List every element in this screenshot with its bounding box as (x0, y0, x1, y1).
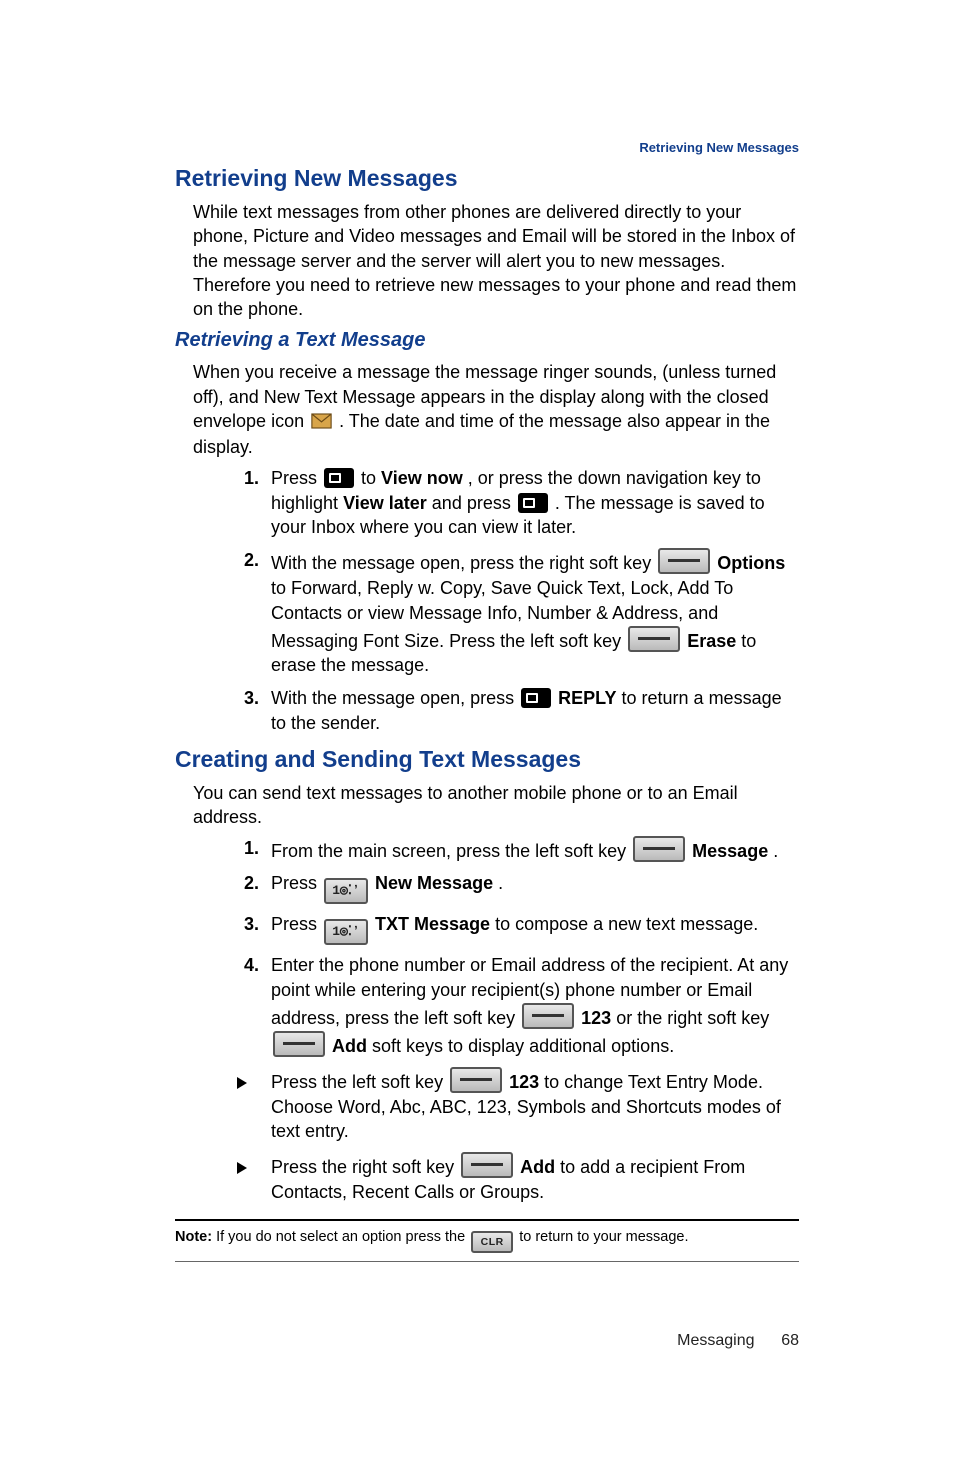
step-number: 1. (237, 836, 259, 861)
text: and press (432, 493, 516, 513)
txt-message-label: TXT Message (375, 914, 490, 934)
view-later-label: View later (343, 493, 427, 513)
text: Press (271, 873, 322, 893)
step-item: 2. Press 1◎⁚ʼ New Message . (237, 871, 799, 904)
soft-key-icon (450, 1067, 502, 1093)
bullet-item: Press the right soft key Add to add a re… (237, 1152, 799, 1205)
reply-label: REPLY (558, 688, 616, 708)
note-block: Note: If you do not select an option pre… (175, 1219, 799, 1262)
text: . (498, 873, 503, 893)
step-number: 3. (237, 686, 259, 711)
soft-key-icon (633, 836, 685, 862)
text: Press (271, 468, 322, 488)
step-item: 3. Press 1◎⁚ʼ TXT Message to compose a n… (237, 912, 799, 945)
add-label: Add (332, 1036, 367, 1056)
step-body: Press to View now , or press the down na… (271, 466, 799, 540)
ordered-steps: 1. Press to View now , or press the down… (237, 466, 799, 736)
paragraph: You can send text messages to another mo… (193, 781, 799, 830)
one-key-icon: 1◎⁚ʼ (324, 878, 368, 904)
soft-key-icon (273, 1031, 325, 1057)
123-label: 123 (509, 1072, 539, 1092)
section-heading-retrieving-new-messages: Retrieving New Messages (175, 165, 799, 192)
text: to return to your message. (519, 1229, 688, 1245)
envelope-icon (311, 411, 332, 435)
section-heading-creating-sending: Creating and Sending Text Messages (175, 746, 799, 773)
step-body: With the message open, press the right s… (271, 548, 799, 678)
subsection-heading-retrieving-text-message: Retrieving a Text Message (175, 329, 799, 352)
running-header: Retrieving New Messages (175, 140, 799, 155)
view-now-label: View now (381, 468, 463, 488)
step-body: Press 1◎⁚ʼ TXT Message to compose a new … (271, 912, 799, 945)
text: . (773, 841, 778, 861)
text: or the right soft key (616, 1008, 769, 1028)
text: From the main screen, press the left sof… (271, 841, 631, 861)
ok-key-icon (324, 468, 354, 488)
triangle-bullet-icon (237, 1152, 259, 1181)
ok-key-icon (521, 688, 551, 708)
new-message-label: New Message (375, 873, 493, 893)
text: With the message open, press (271, 688, 519, 708)
step-item: 1. Press to View now , or press the down… (237, 466, 799, 540)
soft-key-icon (658, 548, 710, 574)
note-label: Note: (175, 1229, 212, 1245)
step-number: 1. (237, 466, 259, 491)
clr-key-icon: CLR (471, 1231, 513, 1253)
step-item: 4. Enter the phone number or Email addre… (237, 953, 799, 1058)
step-number: 2. (237, 548, 259, 573)
message-label: Message (692, 841, 768, 861)
step-number: 4. (237, 953, 259, 978)
step-item: 2. With the message open, press the righ… (237, 548, 799, 678)
paragraph: While text messages from other phones ar… (193, 200, 799, 321)
step-number: 3. (237, 912, 259, 937)
bullet-body: Press the right soft key Add to add a re… (271, 1152, 799, 1205)
soft-key-icon (522, 1003, 574, 1029)
ok-key-icon (518, 493, 548, 513)
text: Press the right soft key (271, 1157, 459, 1177)
step-body: Enter the phone number or Email address … (271, 953, 799, 1058)
ordered-steps: 1. From the main screen, press the left … (237, 836, 799, 1059)
step-item: 1. From the main screen, press the left … (237, 836, 799, 864)
erase-label: Erase (687, 631, 736, 651)
triangle-bullet-icon (237, 1067, 259, 1096)
text: Press the left soft key (271, 1072, 448, 1092)
footer-section: Messaging (677, 1332, 754, 1349)
bullet-item: Press the left soft key 123 to change Te… (237, 1067, 799, 1144)
soft-key-icon (628, 626, 680, 652)
step-body: From the main screen, press the left sof… (271, 836, 799, 864)
paragraph: When you receive a message the message r… (193, 360, 799, 459)
bullet-body: Press the left soft key 123 to change Te… (271, 1067, 799, 1144)
step-body: Press 1◎⁚ʼ New Message . (271, 871, 799, 904)
123-label: 123 (581, 1008, 611, 1028)
page-number: 68 (781, 1332, 799, 1349)
text: to (361, 468, 381, 488)
one-key-icon: 1◎⁚ʼ (324, 919, 368, 945)
soft-key-icon (461, 1152, 513, 1178)
text: soft keys to display additional options. (372, 1036, 674, 1056)
manual-page: Retrieving New Messages Retrieving New M… (0, 0, 954, 1470)
options-label: Options (717, 553, 785, 573)
text: Press (271, 914, 322, 934)
text: to compose a new text message. (495, 914, 758, 934)
text: If you do not select an option press the (216, 1229, 469, 1245)
text: With the message open, press the right s… (271, 553, 656, 573)
step-body: With the message open, press REPLY to re… (271, 686, 799, 736)
page-footer: Messaging 68 (175, 1332, 799, 1350)
add-label: Add (520, 1157, 555, 1177)
step-item: 3. With the message open, press REPLY to… (237, 686, 799, 736)
step-number: 2. (237, 871, 259, 896)
